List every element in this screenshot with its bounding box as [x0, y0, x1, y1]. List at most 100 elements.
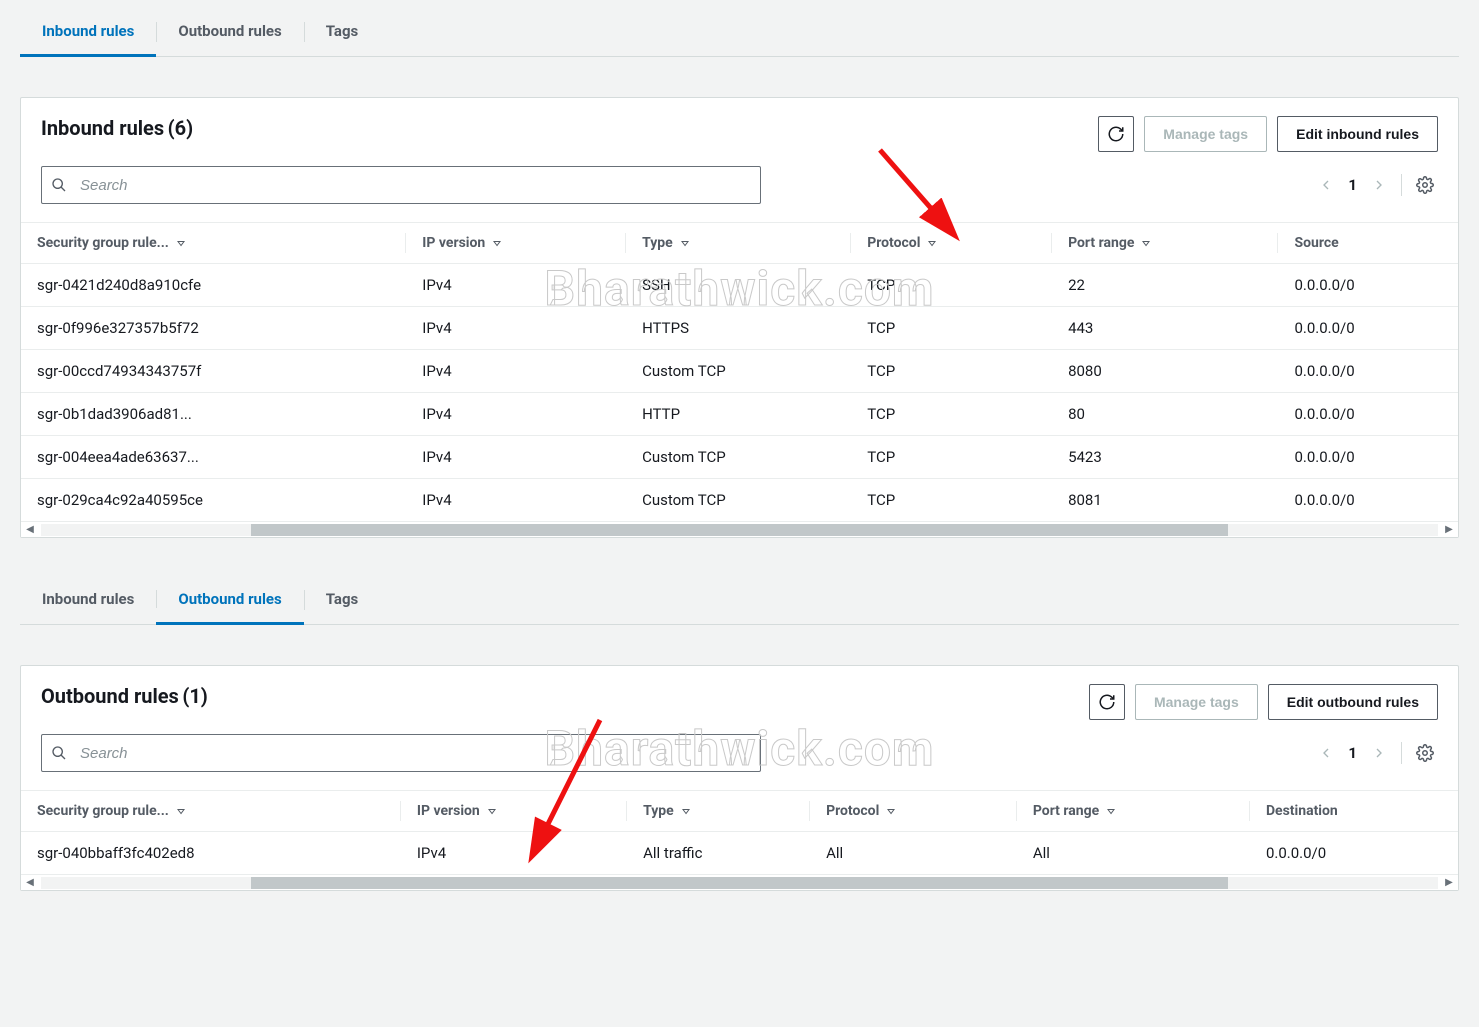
cell: TCP [851, 436, 1052, 479]
cell: All [810, 832, 1017, 875]
col-sg-rule[interactable]: Security group rule... [21, 791, 401, 832]
cell: 0.0.0.0/0 [1278, 264, 1458, 307]
table-row[interactable]: sgr-00ccd74934343757fIPv4Custom TCPTCP80… [21, 350, 1458, 393]
cell: IPv4 [406, 264, 626, 307]
next-page-button[interactable] [1367, 173, 1391, 197]
col-destination[interactable]: Destination [1250, 791, 1458, 832]
prev-page-button[interactable] [1314, 173, 1338, 197]
tab-tags[interactable]: Tags [304, 10, 381, 56]
h-scrollbar[interactable]: ◀ ▶ [21, 874, 1458, 890]
search-input-wrapper [41, 734, 761, 772]
manage-tags-button[interactable]: Manage tags [1135, 684, 1258, 720]
prev-page-button[interactable] [1314, 741, 1338, 765]
col-port-range[interactable]: Port range [1052, 223, 1278, 264]
page-number: 1 [1348, 744, 1357, 762]
inbound-rules-table: Security group rule... IP version Type P… [21, 222, 1458, 521]
filter-icon [1105, 805, 1117, 817]
filter-icon [175, 237, 187, 249]
table-row[interactable]: sgr-029ca4c92a40595ceIPv4Custom TCPTCP80… [21, 479, 1458, 522]
filter-icon [679, 237, 691, 249]
col-protocol[interactable]: Protocol [810, 791, 1017, 832]
cell: TCP [851, 350, 1052, 393]
cell: All traffic [627, 832, 810, 875]
refresh-button[interactable] [1089, 684, 1125, 720]
filter-icon [491, 237, 503, 249]
panel-title: Inbound rules [41, 116, 164, 140]
cell: TCP [851, 393, 1052, 436]
col-type[interactable]: Type [627, 791, 810, 832]
table-row[interactable]: sgr-040bbaff3fc402ed8IPv4All trafficAllA… [21, 832, 1458, 875]
refresh-button[interactable] [1098, 116, 1134, 152]
cell: 5423 [1052, 436, 1278, 479]
cell: sgr-004eea4ade63637... [21, 436, 406, 479]
cell: Custom TCP [626, 436, 851, 479]
cell: HTTPS [626, 307, 851, 350]
cell: IPv4 [406, 393, 626, 436]
outbound-rules-panel: Outbound rules (1) Manage tags Edit outb… [20, 665, 1459, 891]
outbound-rules-table: Security group rule... IP version Type P… [21, 790, 1458, 874]
tab-outbound-rules[interactable]: Outbound rules [156, 10, 303, 56]
inbound-rules-panel: Inbound rules (6) Manage tags Edit inbou… [20, 97, 1459, 538]
col-port-range[interactable]: Port range [1017, 791, 1250, 832]
panel-count: (1) [182, 684, 208, 708]
cell: sgr-0b1dad3906ad81... [21, 393, 406, 436]
cell: IPv4 [406, 307, 626, 350]
search-input[interactable] [41, 734, 761, 772]
cell: 0.0.0.0/0 [1250, 832, 1458, 875]
filter-icon [885, 805, 897, 817]
table-row[interactable]: sgr-0b1dad3906ad81...IPv4HTTPTCP800.0.0.… [21, 393, 1458, 436]
table-row[interactable]: sgr-0f996e327357b5f72IPv4HTTPSTCP4430.0.… [21, 307, 1458, 350]
filter-icon [175, 805, 187, 817]
table-settings-button[interactable] [1412, 740, 1438, 766]
tabs-top: Inbound rules Outbound rules Tags [20, 0, 1459, 57]
cell: 0.0.0.0/0 [1278, 350, 1458, 393]
col-type[interactable]: Type [626, 223, 851, 264]
cell: sgr-040bbaff3fc402ed8 [21, 832, 401, 875]
cell: IPv4 [406, 350, 626, 393]
refresh-icon [1098, 693, 1116, 711]
cell: 22 [1052, 264, 1278, 307]
cell: Custom TCP [626, 479, 851, 522]
col-sg-rule[interactable]: Security group rule... [21, 223, 406, 264]
filter-icon [680, 805, 692, 817]
cell: SSH [626, 264, 851, 307]
search-icon [51, 745, 67, 761]
table-settings-button[interactable] [1412, 172, 1438, 198]
tab-outbound-rules[interactable]: Outbound rules [156, 578, 303, 625]
cell: 0.0.0.0/0 [1278, 393, 1458, 436]
cell: 80 [1052, 393, 1278, 436]
col-source[interactable]: Source [1278, 223, 1458, 264]
col-protocol[interactable]: Protocol [851, 223, 1052, 264]
filter-icon [486, 805, 498, 817]
manage-tags-button[interactable]: Manage tags [1144, 116, 1267, 152]
tabs-bottom: Inbound rules Outbound rules Tags [20, 568, 1459, 625]
col-ip-version[interactable]: IP version [401, 791, 627, 832]
edit-outbound-rules-button[interactable]: Edit outbound rules [1268, 684, 1438, 720]
table-row[interactable]: sgr-004eea4ade63637...IPv4Custom TCPTCP5… [21, 436, 1458, 479]
filter-icon [926, 237, 938, 249]
cell: TCP [851, 307, 1052, 350]
table-row[interactable]: sgr-0421d240d8a910cfeIPv4SSHTCP220.0.0.0… [21, 264, 1458, 307]
cell: All [1017, 832, 1250, 875]
cell: TCP [851, 479, 1052, 522]
cell: Custom TCP [626, 350, 851, 393]
cell: 0.0.0.0/0 [1278, 307, 1458, 350]
cell: 8080 [1052, 350, 1278, 393]
h-scrollbar[interactable]: ◀ ▶ [21, 521, 1458, 537]
panel-count: (6) [168, 116, 194, 140]
edit-inbound-rules-button[interactable]: Edit inbound rules [1277, 116, 1438, 152]
search-input[interactable] [41, 166, 761, 204]
cell: sgr-00ccd74934343757f [21, 350, 406, 393]
tab-inbound-rules[interactable]: Inbound rules [20, 10, 156, 57]
col-ip-version[interactable]: IP version [406, 223, 626, 264]
tab-inbound-rules[interactable]: Inbound rules [20, 578, 156, 624]
cell: HTTP [626, 393, 851, 436]
cell: 443 [1052, 307, 1278, 350]
pager: 1 [1314, 740, 1438, 766]
search-icon [51, 177, 67, 193]
refresh-icon [1107, 125, 1125, 143]
page-number: 1 [1348, 176, 1357, 194]
next-page-button[interactable] [1367, 741, 1391, 765]
filter-icon [1140, 237, 1152, 249]
tab-tags[interactable]: Tags [304, 578, 381, 624]
